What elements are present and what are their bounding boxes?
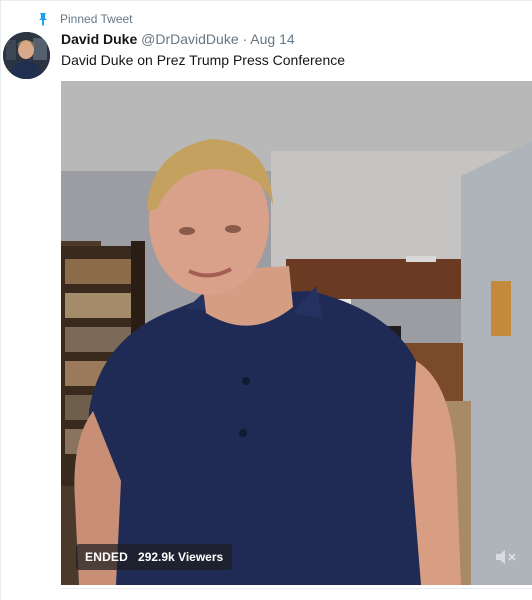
user-handle[interactable]: @DrDavidDuke [141, 31, 238, 47]
separator-dot: · [242, 31, 248, 47]
tweet-page: Pinned Tweet David Duke @DrDavidDuke · A… [0, 0, 532, 600]
ended-label: ENDED [85, 550, 129, 564]
avatar[interactable] [3, 32, 50, 79]
pin-icon [39, 13, 47, 26]
video-player[interactable]: ENDED 292.9k Viewers [61, 81, 532, 585]
viewer-count: 292.9k Viewers [138, 550, 224, 564]
tweet-text: David Duke on Prez Trump Press Conferenc… [61, 52, 346, 68]
divider [61, 588, 532, 589]
display-name[interactable]: David Duke [61, 31, 137, 47]
divider [0, 0, 1, 600]
tweet-date[interactable]: Aug 14 [250, 31, 294, 47]
tweet-header: David Duke @DrDavidDuke · Aug 14 [61, 31, 295, 47]
pinned-indicator: Pinned Tweet [36, 11, 133, 27]
video-status-badge: ENDED 292.9k Viewers [76, 544, 233, 570]
video-frame [61, 81, 532, 585]
avatar-image [3, 32, 50, 79]
pinned-label: Pinned Tweet [60, 12, 133, 26]
mute-icon[interactable] [494, 547, 518, 567]
divider [0, 0, 532, 1]
